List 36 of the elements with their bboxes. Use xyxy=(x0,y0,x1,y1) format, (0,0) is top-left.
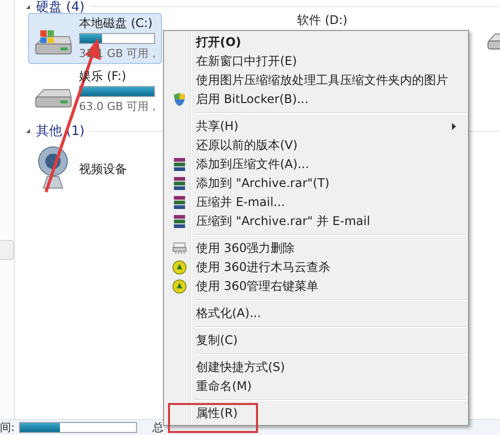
shield-icon xyxy=(172,92,186,107)
shield-circle-icon xyxy=(172,279,186,294)
books-stack-icon xyxy=(172,157,186,172)
menu-item[interactable]: 使用 360管理右键菜单 xyxy=(166,277,466,296)
menu-item[interactable]: 添加到压缩文件(A)... xyxy=(166,155,466,174)
menu-item[interactable]: 使用 360进行木马云查杀 xyxy=(166,258,466,277)
drive-tile[interactable]: 视频设备 xyxy=(28,139,162,195)
drive-name: 软件 (D:) xyxy=(297,13,348,29)
shredder-icon xyxy=(172,242,186,255)
books-stack-icon xyxy=(172,214,186,229)
menu-item[interactable]: 使用图片压缩缩放处理工具压缩文件夹内的图片 xyxy=(166,71,466,90)
menu-item[interactable]: 重命名(M) xyxy=(166,377,466,396)
menu-item[interactable]: 压缩到 "Archive.rar" 并 E-mail xyxy=(166,212,466,231)
menu-item[interactable]: 属性(R) xyxy=(166,404,466,423)
menu-item[interactable]: 打开(O) xyxy=(166,33,466,52)
status-label: 间: xyxy=(0,420,15,435)
menu-item[interactable]: 压缩并 E-mail... xyxy=(166,193,466,212)
status-label: 总 xyxy=(152,420,164,435)
books-stack-icon xyxy=(172,176,186,191)
group-header: 硬盘 (4) xyxy=(36,0,85,16)
menu-item[interactable]: 添加到 "Archive.rar"(T) xyxy=(166,174,466,193)
collapse-triangle-icon[interactable] xyxy=(25,4,31,10)
menu-item[interactable]: 还原以前的版本(V) xyxy=(166,136,466,155)
books-stack-icon xyxy=(172,195,186,210)
drive-name: 本地磁盘 (C:) xyxy=(79,16,154,31)
menu-item[interactable]: 复制(C) xyxy=(166,331,466,350)
drive-name: 视频设备 xyxy=(79,162,127,177)
menu-item[interactable]: 在新窗口中打开(E) xyxy=(166,52,466,71)
menu-item[interactable]: 创建快捷方式(S) xyxy=(166,358,466,377)
collapse-triangle-icon[interactable] xyxy=(25,128,31,134)
menu-item[interactable]: 使用 360强力删除 xyxy=(166,239,466,258)
menu-item[interactable]: 启用 BitLocker(B)... xyxy=(166,90,466,109)
menu-item[interactable]: 共享(H) xyxy=(166,117,466,136)
free-space-text: 63.0 GB 可用， xyxy=(79,99,160,114)
menu-item[interactable]: 格式化(A)... xyxy=(166,304,466,323)
shield-circle-icon xyxy=(172,260,186,275)
